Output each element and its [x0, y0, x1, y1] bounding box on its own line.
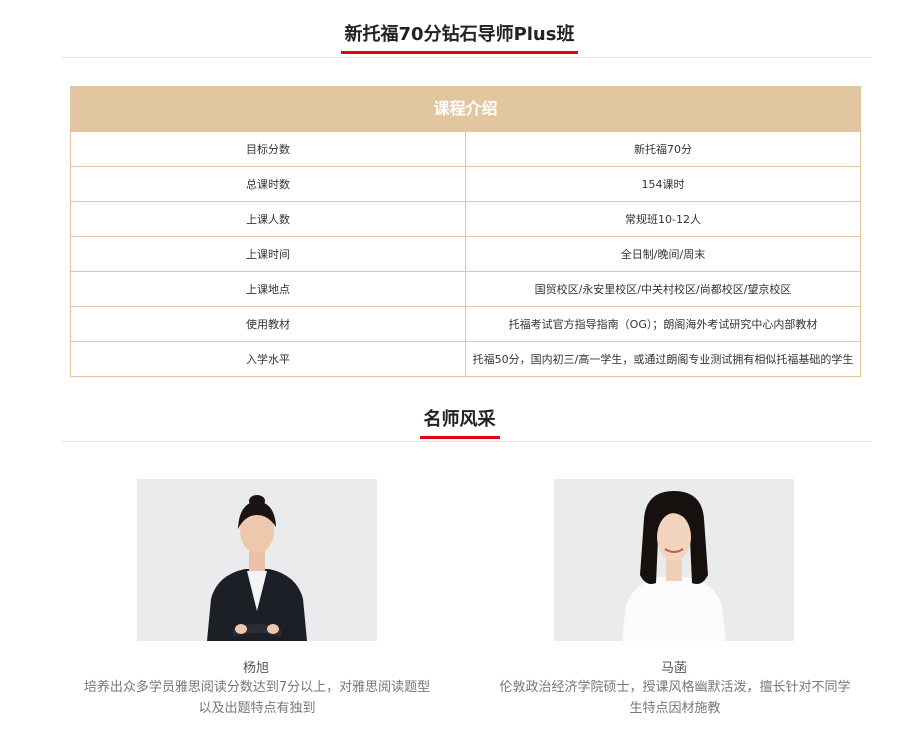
teacher-card[interactable] [137, 479, 377, 641]
course-title-text: 新托福70分钻石导师Plus班 [340, 20, 579, 54]
teacher-photo [137, 479, 377, 641]
row-label: 使用教材 [71, 307, 466, 341]
row-value: 154课时 [641, 178, 685, 191]
table-row: 上课地点 国贸校区/永安里校区/中关村校区/尚都校区/望京校区 [71, 271, 860, 306]
table-row: 入学水平 托福50分，国内初三/高一学生，或通过朗阁专业测试拥有相似托福基础的学… [71, 341, 860, 376]
teacher-portrait-icon [554, 479, 794, 641]
teachers-title-text: 名师风采 [419, 405, 500, 439]
row-label: 总课时数 [71, 167, 466, 201]
teacher-description-line: 生特点因材施教 [629, 701, 721, 716]
table-row: 使用教材 托福考试官方指导指南（OG）；朗阁海外考试研究中心内部教材 [71, 306, 860, 341]
row-value: 新托福70分 [634, 143, 692, 156]
teacher-description-line: 伦敦政治经济学院硕士，授课风格幽默活泼，擅长针对不同学 [499, 680, 851, 695]
row-label: 入学水平 [71, 342, 466, 376]
teacher-name: 马菡 [660, 661, 687, 676]
divider [62, 441, 872, 442]
row-value: 国贸校区/永安里校区/中关村校区/尚都校区/望京校区 [534, 283, 792, 296]
row-value: 全日制/晚间/周末 [620, 248, 706, 261]
teachers-title: 名师风采 [0, 405, 919, 439]
teacher-portrait-icon [137, 479, 377, 641]
divider [62, 57, 872, 58]
table-row: 上课人数 常规班10-12人 [71, 201, 860, 236]
table-header: 课程介绍 [71, 87, 860, 131]
course-title: 新托福70分钻石导师Plus班 [0, 20, 919, 54]
row-label: 上课地点 [71, 272, 466, 306]
row-value: 托福50分，国内初三/高一学生，或通过朗阁专业测试拥有相似托福基础的学生 [472, 353, 854, 366]
teacher-description: 伦敦政治经济学院硕士，授课风格幽默活泼，擅长针对不同学 生特点因材施教 [468, 677, 882, 719]
teacher-description: 培养出众多学员雅思阅读分数达到7分以上，对雅思阅读题型 以及出题特点有独到 [52, 677, 462, 719]
course-intro-table: 课程介绍 目标分数 新托福70分 总课时数 154课时 上课人数 常规班10-1… [70, 86, 861, 377]
row-label: 目标分数 [71, 132, 466, 166]
teacher-card[interactable] [554, 479, 794, 641]
table-row: 总课时数 154课时 [71, 166, 860, 201]
teacher-name: 杨旭 [242, 661, 269, 676]
table-row: 上课时间 全日制/晚间/周末 [71, 236, 860, 271]
teacher-description-line: 培养出众多学员雅思阅读分数达到7分以上，对雅思阅读题型 [83, 680, 431, 695]
teacher-photo [554, 479, 794, 641]
table-row: 目标分数 新托福70分 [71, 131, 860, 166]
teacher-description-line: 以及出题特点有独到 [198, 701, 316, 716]
row-value: 常规班10-12人 [625, 213, 701, 226]
row-label: 上课时间 [71, 237, 466, 271]
row-label: 上课人数 [71, 202, 466, 236]
row-value: 托福考试官方指导指南（OG）；朗阁海外考试研究中心内部教材 [508, 318, 818, 331]
